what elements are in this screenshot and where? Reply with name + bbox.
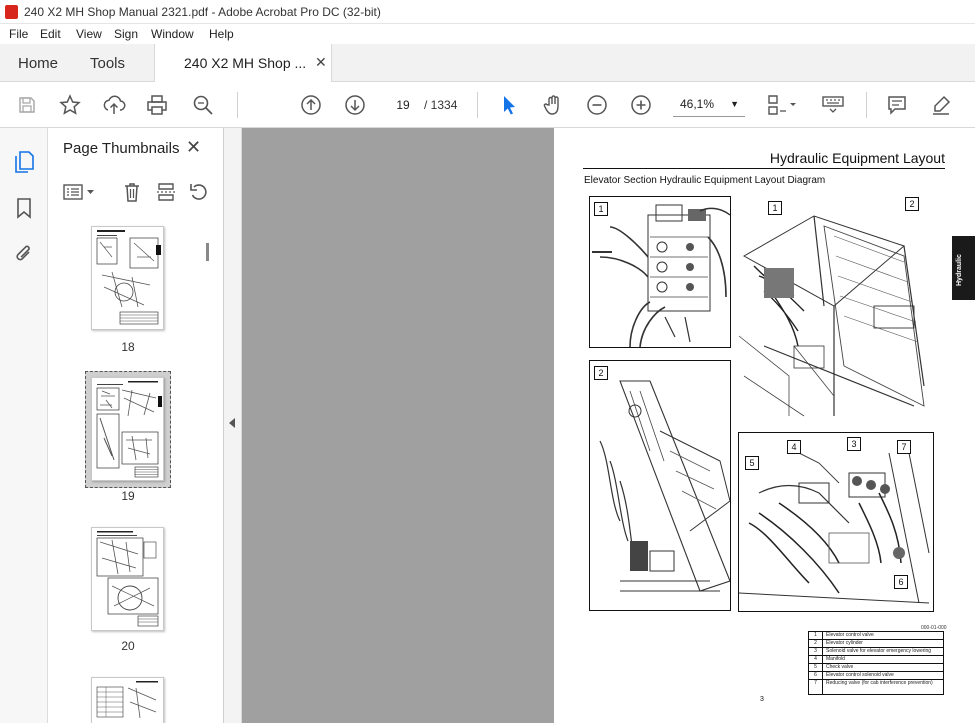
delete-page-icon[interactable] <box>120 180 144 204</box>
panel-close-icon[interactable]: ✕ <box>186 137 201 158</box>
save-icon[interactable] <box>14 92 40 118</box>
page-number-input[interactable]: 19 <box>388 93 418 117</box>
tab-bar: Home Tools 240 X2 MH Shop ... ✕ <box>0 44 975 82</box>
print-icon[interactable] <box>144 92 170 118</box>
legend-row: 6 Elevator control solenoid valve <box>809 672 943 680</box>
tab-document[interactable]: 240 X2 MH Shop ... ✕ <box>154 44 332 82</box>
thumbnail-page-18[interactable] <box>91 226 164 330</box>
menu-view[interactable]: View <box>76 27 102 41</box>
menu-window[interactable]: Window <box>151 27 194 41</box>
page-number: 3 <box>760 696 764 703</box>
keyboard-icon[interactable] <box>818 92 848 118</box>
callout-2-b: 2 <box>594 366 608 380</box>
callout-2-a: 2 <box>905 197 919 211</box>
acrobat-app-icon <box>5 5 18 19</box>
zoom-out-icon[interactable] <box>584 92 610 118</box>
figure-control-valve <box>589 196 731 348</box>
thumbnail-label-19: 19 <box>121 489 135 503</box>
thumbnail-page-19[interactable] <box>91 377 164 481</box>
attachments-icon[interactable] <box>12 242 36 266</box>
zoom-select[interactable]: 46,1% ▼ <box>673 93 745 117</box>
collapse-arrow-icon <box>229 418 235 428</box>
thumbnail-page-21[interactable] <box>91 677 164 723</box>
menu-file[interactable]: File <box>9 27 28 41</box>
window-title: 240 X2 MH Shop Manual 2321.pdf - Adobe A… <box>24 5 381 19</box>
tab-document-label: 240 X2 MH Shop ... <box>184 55 307 71</box>
thumbnail-label-18: 18 <box>121 340 135 354</box>
panel-title: Page Thumbnails <box>63 140 180 157</box>
thumbnails-panel: Page Thumbnails ✕ 18 19 20 <box>48 128 224 723</box>
legend-row: 4 Manifold <box>809 656 943 664</box>
bookmark-star-icon[interactable] <box>57 92 83 118</box>
thumbnails-scrollbar[interactable] <box>206 243 209 261</box>
callout-5: 5 <box>745 456 759 470</box>
menu-edit[interactable]: Edit <box>40 27 61 41</box>
page-up-icon[interactable] <box>298 92 324 118</box>
legend-row: 2 Elevator cylinder <box>809 640 943 648</box>
tab-close-icon[interactable]: ✕ <box>315 54 327 71</box>
legend-row: 7 Reducing valve (for cab interference pr… <box>809 680 943 694</box>
callout-7: 7 <box>897 440 911 454</box>
bookmarks-icon[interactable] <box>12 196 36 220</box>
section-side-tab: Hydraulic <box>952 236 975 300</box>
callout-3: 3 <box>847 437 861 451</box>
thumbnail-label-20: 20 <box>121 639 135 653</box>
page-layout-icon[interactable] <box>763 92 801 118</box>
menu-sign[interactable]: Sign <box>114 27 138 41</box>
heading-rule <box>583 168 945 169</box>
callout-1-a: 1 <box>594 202 608 216</box>
menu-help[interactable]: Help <box>209 27 234 41</box>
document-viewport[interactable]: Hydraulic Equipment Layout Elevator Sect… <box>242 128 975 723</box>
hand-icon[interactable] <box>540 92 566 118</box>
side-tab-label: Hydraulic <box>956 254 963 286</box>
page-thumbnails-icon[interactable] <box>12 150 36 174</box>
comment-icon[interactable] <box>884 92 910 118</box>
page-total: / 1334 <box>424 98 458 112</box>
figure-frame-overview <box>734 196 934 428</box>
tab-tools[interactable]: Tools <box>90 55 125 72</box>
callout-6: 6 <box>894 575 908 589</box>
page-heading: Hydraulic Equipment Layout <box>769 150 945 166</box>
legend-row: 3 Solenoid valve for elevator emergency l… <box>809 648 943 656</box>
menu-bar: File Edit View Sign Window Help <box>0 24 975 44</box>
title-bar: 240 X2 MH Shop Manual 2321.pdf - Adobe A… <box>0 0 975 24</box>
figure-elevator-cylinder <box>589 360 731 611</box>
tab-home[interactable]: Home <box>18 55 58 72</box>
zoom-in-icon[interactable] <box>628 92 654 118</box>
zoom-value: 46,1% <box>680 97 715 111</box>
page-down-icon[interactable] <box>342 92 368 118</box>
thumbnail-options-icon[interactable] <box>62 180 98 204</box>
extract-pages-icon[interactable] <box>154 180 178 204</box>
pdf-page: Hydraulic Equipment Layout Elevator Sect… <box>554 128 975 723</box>
panel-collapse-handle[interactable] <box>224 128 242 723</box>
parts-legend-table: 1 Elevator control valve 2 Elevator cylind… <box>808 631 944 695</box>
legend-row: 5 Check valve <box>809 664 943 672</box>
find-icon[interactable] <box>190 92 216 118</box>
select-arrow-icon[interactable] <box>496 92 522 118</box>
thumbnail-page-20[interactable] <box>91 527 164 631</box>
upload-icon[interactable] <box>101 92 127 118</box>
chevron-down-icon: ▼ <box>730 99 739 109</box>
toolbar: 19 / 1334 46,1% ▼ <box>0 82 975 128</box>
legend-row: 1 Elevator control valve <box>809 632 943 640</box>
left-tool-strip <box>0 128 48 723</box>
callout-1-b: 1 <box>768 201 782 215</box>
highlight-pen-icon[interactable] <box>928 92 954 118</box>
callout-4: 4 <box>787 440 801 454</box>
rotate-page-icon[interactable] <box>187 180 211 204</box>
page-subtitle: Elevator Section Hydraulic Equipment Lay… <box>584 175 826 186</box>
